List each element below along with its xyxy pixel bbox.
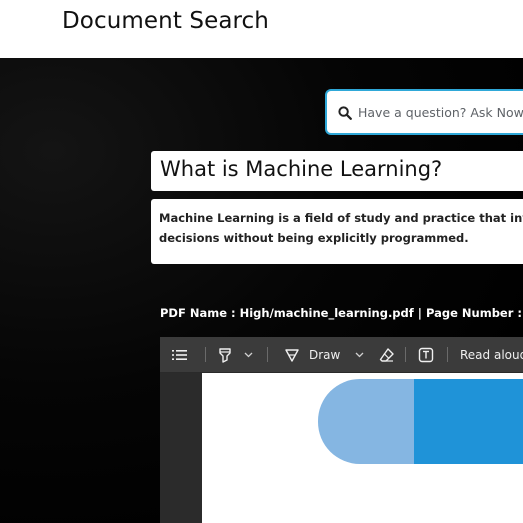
- toolbar-divider: [205, 347, 206, 362]
- draw-button[interactable]: Draw: [284, 337, 340, 372]
- pdf-viewer[interactable]: Draw Read aloud: [160, 337, 523, 523]
- app-header: Document Search: [0, 0, 523, 58]
- question-title: What is Machine Learning?: [160, 157, 443, 181]
- search-input[interactable]: [358, 104, 523, 120]
- highlight-icon[interactable]: [217, 337, 233, 372]
- read-aloud-label: Read aloud: [460, 347, 523, 362]
- answer-card: Machine Learning is a field of study and…: [151, 199, 523, 264]
- chevron-down-icon[interactable]: [244, 337, 253, 372]
- toolbar-divider: [405, 347, 406, 362]
- pdf-info: PDF Name : High/machine_learning.pdf | P…: [160, 306, 523, 320]
- question-card: What is Machine Learning?: [151, 151, 523, 191]
- search-box[interactable]: [325, 89, 523, 135]
- app-title: Document Search: [62, 8, 269, 34]
- pdf-page: [202, 373, 523, 523]
- contents-icon[interactable]: [172, 337, 187, 372]
- read-aloud-button[interactable]: Read aloud: [460, 337, 523, 372]
- draw-icon: [284, 347, 300, 363]
- toolbar-divider: [267, 347, 268, 362]
- text-box-icon[interactable]: [418, 337, 434, 372]
- chevron-down-icon[interactable]: [355, 337, 364, 372]
- search-icon: [338, 105, 352, 120]
- viewer-toolbar: Draw Read aloud: [160, 337, 523, 373]
- toolbar-divider: [447, 347, 448, 362]
- answer-text: Machine Learning is a field of study and…: [159, 211, 523, 245]
- draw-label: Draw: [309, 347, 341, 362]
- main-area: What is Machine Learning? Machine Learni…: [0, 58, 523, 523]
- pdf-page-area[interactable]: [160, 373, 523, 523]
- page-shape-dark: [414, 379, 523, 464]
- eraser-icon[interactable]: [379, 337, 395, 372]
